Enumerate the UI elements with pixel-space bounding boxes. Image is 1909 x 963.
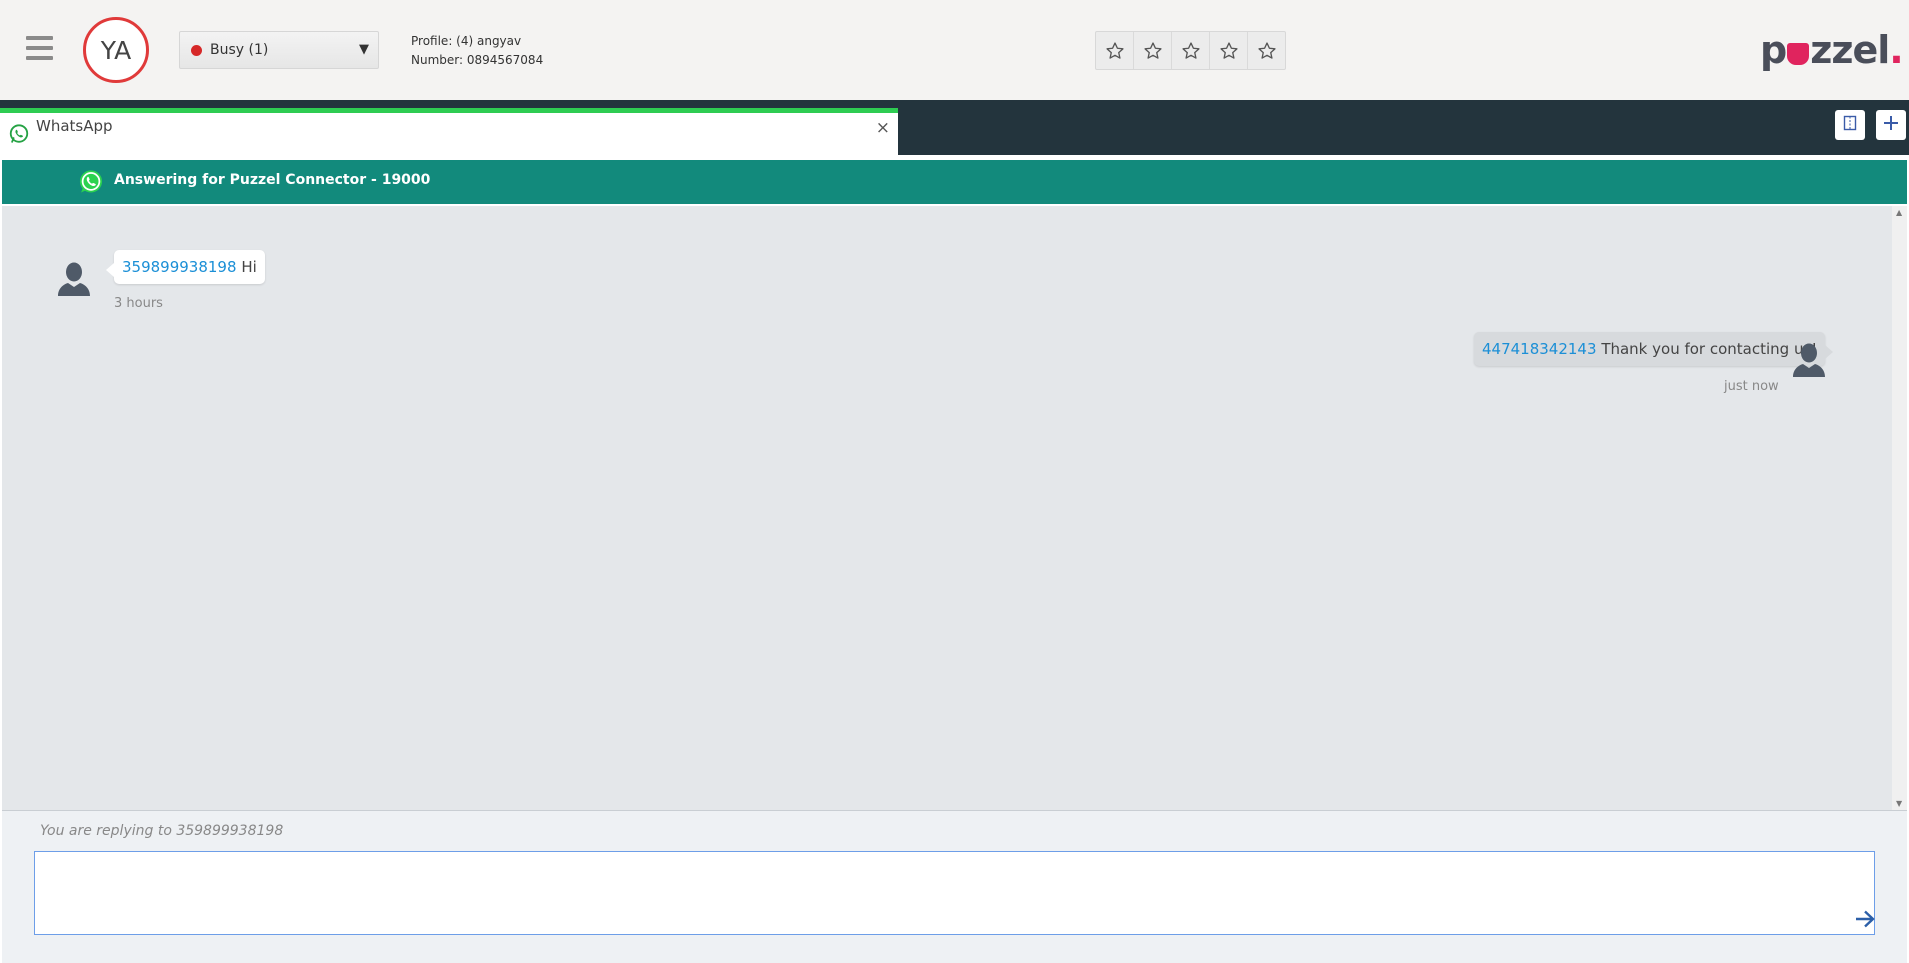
scroll-up-icon[interactable]: ▲	[1896, 208, 1902, 217]
person-icon	[1790, 341, 1828, 379]
logo-text-end: zzel	[1810, 28, 1890, 72]
puzzel-logo: p zzel.	[1760, 28, 1904, 72]
message-text: Thank you for contacting us!	[1601, 340, 1818, 358]
hamburger-icon[interactable]	[26, 36, 53, 62]
message-time: 3 hours	[114, 296, 163, 311]
message-bubble: 359899938198 Hi	[106, 250, 265, 284]
split-view-icon	[1842, 115, 1858, 135]
rating-stars	[1095, 31, 1286, 70]
plus-icon	[1882, 114, 1900, 136]
add-tab-button[interactable]	[1876, 110, 1906, 140]
reply-input[interactable]	[34, 851, 1875, 935]
logo-text-start: p	[1760, 28, 1787, 72]
logo-dot: .	[1889, 28, 1903, 72]
chevron-down-icon: ▼	[359, 42, 369, 57]
number-line: Number: 0894567084	[411, 53, 544, 67]
message-bubble: 447418342143 Thank you for contacting us…	[1474, 332, 1834, 366]
star-icon[interactable]	[1248, 32, 1285, 69]
status-label: Busy (1)	[210, 42, 269, 58]
answering-banner: Answering for Puzzel Connector - 19000	[2, 160, 1907, 204]
scroll-down-icon[interactable]: ▼	[1896, 799, 1902, 808]
tab-whatsapp[interactable]: WhatsApp ×	[0, 108, 898, 155]
profile-info: Profile: (4) angyav Number: 0894567084	[411, 32, 543, 70]
star-icon[interactable]	[1210, 32, 1248, 69]
message-sender[interactable]: 447418342143	[1482, 340, 1597, 358]
tab-title: WhatsApp	[36, 117, 113, 135]
profile-line: Profile: (4) angyav	[411, 34, 522, 48]
message-sender[interactable]: 359899938198	[122, 258, 237, 276]
logo-u-mark	[1787, 43, 1810, 65]
banner-text: Answering for Puzzel Connector - 19000	[114, 172, 431, 188]
person-icon	[55, 260, 93, 298]
user-avatar[interactable]: YA	[83, 17, 149, 83]
top-header: YA Busy (1) ▼ Profile: (4) angyav Number…	[0, 0, 1909, 100]
reply-hint: You are replying to 359899938198	[40, 823, 284, 839]
reply-area: You are replying to 359899938198	[2, 810, 1907, 963]
whatsapp-icon	[77, 168, 105, 200]
star-icon[interactable]	[1134, 32, 1172, 69]
send-arrow-icon[interactable]	[1854, 909, 1876, 933]
close-icon[interactable]: ×	[876, 118, 890, 138]
star-icon[interactable]	[1172, 32, 1210, 69]
message-time: just now	[1724, 379, 1779, 394]
chat-area: 359899938198 Hi 3 hours 447418342143 Tha…	[2, 206, 1892, 810]
whatsapp-icon	[8, 123, 30, 149]
status-dot-icon	[191, 44, 202, 56]
chat-scrollbar[interactable]: ▲ ▼	[1892, 206, 1907, 810]
split-view-button[interactable]	[1835, 110, 1865, 140]
star-icon[interactable]	[1096, 32, 1134, 69]
status-dropdown[interactable]: Busy (1) ▼	[179, 31, 379, 69]
message-text: Hi	[241, 258, 257, 276]
